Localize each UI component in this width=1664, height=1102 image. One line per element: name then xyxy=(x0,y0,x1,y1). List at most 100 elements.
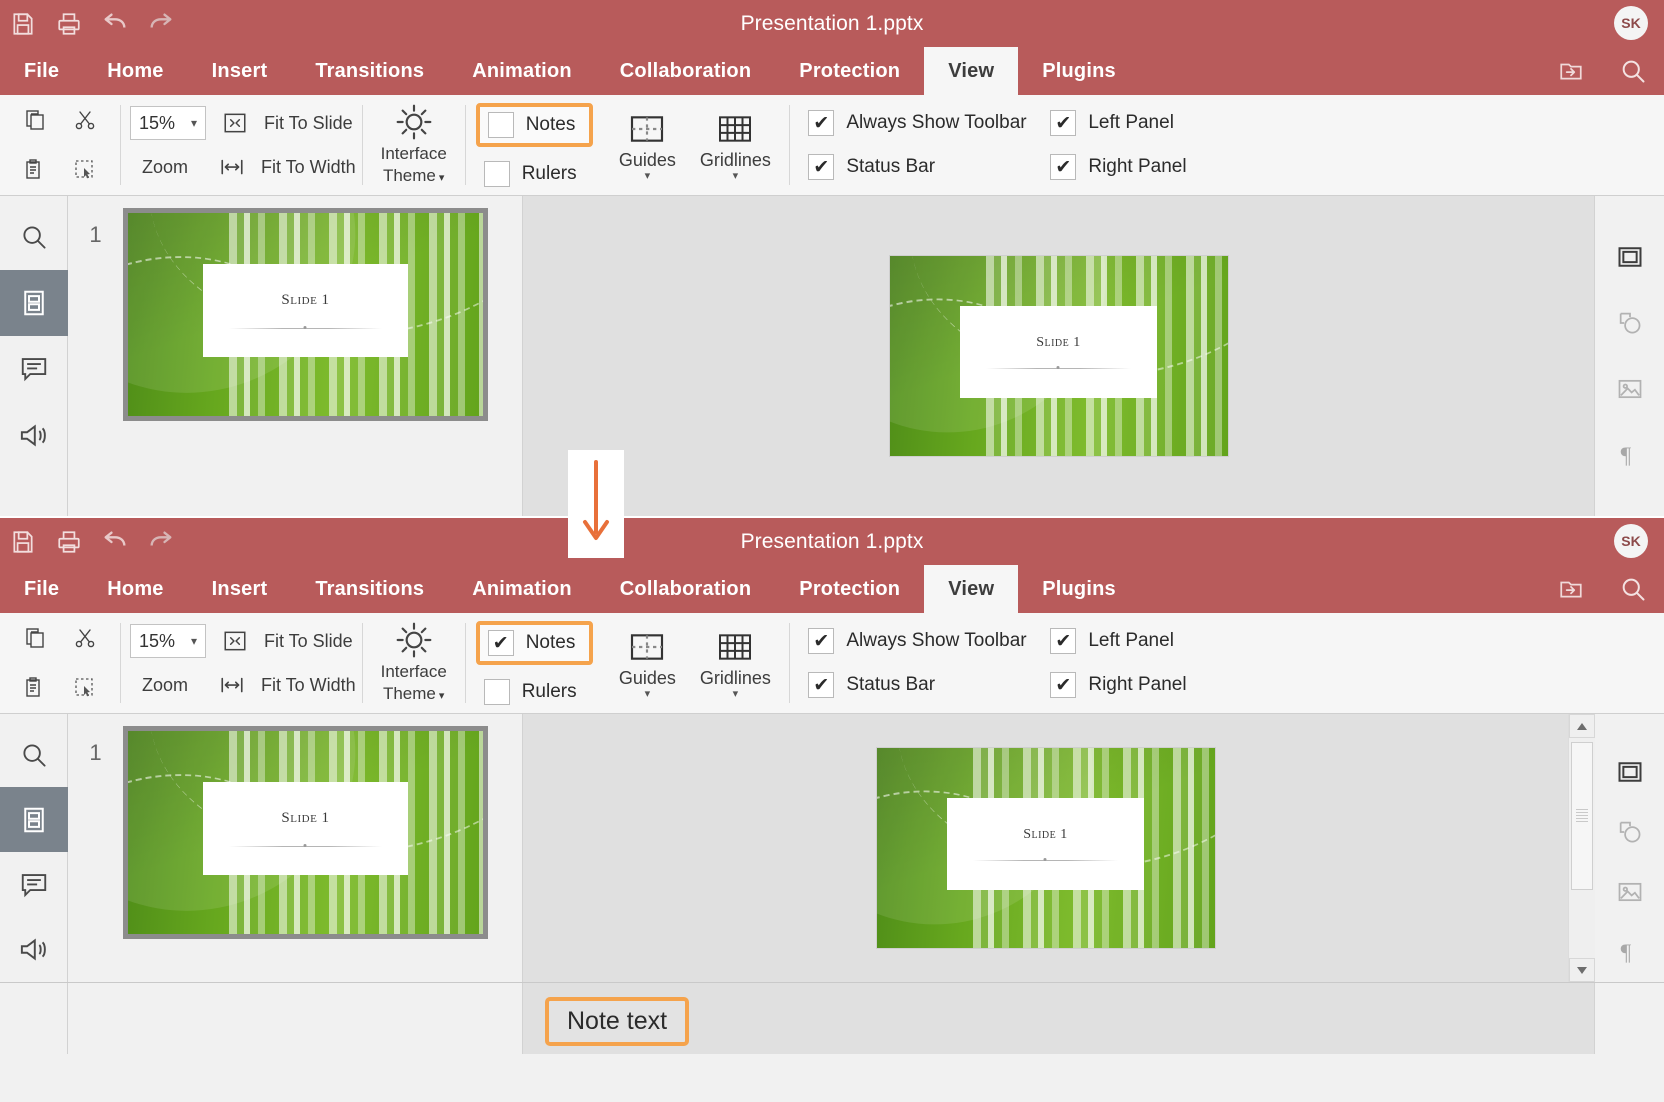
rulers-checkbox[interactable] xyxy=(483,161,510,187)
sidebar-item-shape-settings[interactable] xyxy=(1595,802,1664,862)
search-icon[interactable] xyxy=(1602,566,1664,612)
scrollbar-thumb[interactable] xyxy=(1570,742,1593,890)
slide-canvas[interactable]: Slide 1 xyxy=(876,748,1215,948)
fit-to-width-label[interactable]: Fit To Width xyxy=(261,157,356,178)
note-text[interactable]: Note text xyxy=(545,997,690,1046)
slide-canvas[interactable]: Slide 1 xyxy=(889,256,1228,456)
fit-to-slide-icon[interactable] xyxy=(216,622,254,660)
save-icon[interactable] xyxy=(0,519,46,565)
tab-animation[interactable]: Animation xyxy=(448,565,596,613)
redo-icon[interactable] xyxy=(138,519,184,565)
open-file-location-icon[interactable] xyxy=(1540,566,1602,612)
sidebar-item-comments[interactable] xyxy=(0,852,68,917)
tab-animation[interactable]: Animation xyxy=(448,47,596,95)
save-icon[interactable] xyxy=(0,1,46,47)
rulers-checkbox-row[interactable]: Rulers xyxy=(483,161,594,187)
notes-checkbox[interactable]: ✔ xyxy=(487,630,514,656)
fit-to-width-icon[interactable] xyxy=(213,148,251,186)
avatar[interactable]: SK xyxy=(1614,524,1648,558)
select-all-icon[interactable] xyxy=(66,669,104,707)
zoom-select[interactable]: 15% ▾ xyxy=(129,624,206,658)
scroll-down-button[interactable] xyxy=(1568,958,1595,982)
sidebar-item-image-settings[interactable] xyxy=(1595,356,1664,422)
sidebar-item-paragraph-settings[interactable]: ¶ xyxy=(1595,422,1664,488)
status-bar-row[interactable]: ✔ Status Bar xyxy=(808,672,1050,698)
search-icon[interactable] xyxy=(1602,48,1664,94)
status-bar-row[interactable]: ✔ Status Bar xyxy=(808,154,1050,180)
print-icon[interactable] xyxy=(46,1,92,47)
gridlines-button[interactable]: Gridlines ▾ xyxy=(691,99,779,191)
left-panel-row[interactable]: ✔ Left Panel xyxy=(1050,628,1240,654)
sidebar-item-search[interactable] xyxy=(0,204,68,270)
sidebar-item-comments[interactable] xyxy=(0,336,68,402)
fit-to-width-label[interactable]: Fit To Width xyxy=(261,675,356,696)
tab-view[interactable]: View xyxy=(924,47,1019,95)
scrollbar-track[interactable] xyxy=(1568,738,1595,958)
paste-icon[interactable] xyxy=(16,151,54,189)
avatar[interactable]: SK xyxy=(1614,6,1648,40)
cut-icon[interactable] xyxy=(66,619,104,657)
notes-checkbox[interactable] xyxy=(487,112,514,138)
rulers-checkbox[interactable] xyxy=(483,679,510,705)
tab-file[interactable]: File xyxy=(0,565,83,613)
sidebar-item-shape-settings[interactable] xyxy=(1595,290,1664,356)
slide-thumbnail[interactable]: Slide 1 xyxy=(123,726,488,939)
undo-icon[interactable] xyxy=(92,1,138,47)
sidebar-item-slide-settings[interactable] xyxy=(1595,742,1664,802)
left-panel-checkbox[interactable]: ✔ xyxy=(1050,110,1077,136)
copy-icon[interactable] xyxy=(16,101,54,139)
fit-to-slide-icon[interactable] xyxy=(216,104,254,142)
always-show-toolbar-checkbox[interactable]: ✔ xyxy=(808,628,835,654)
fit-to-slide-label[interactable]: Fit To Slide xyxy=(264,113,353,134)
left-panel-checkbox[interactable]: ✔ xyxy=(1050,628,1077,654)
notes-editor[interactable]: Note text xyxy=(523,983,1594,1054)
cut-icon[interactable] xyxy=(66,101,104,139)
sidebar-item-search[interactable] xyxy=(0,722,68,787)
select-all-icon[interactable] xyxy=(66,151,104,189)
fit-to-width-icon[interactable] xyxy=(213,666,251,704)
sidebar-item-slides[interactable] xyxy=(0,787,68,852)
undo-icon[interactable] xyxy=(92,519,138,565)
notes-checkbox-row[interactable]: ✔ Notes xyxy=(487,630,575,656)
gridlines-button[interactable]: Gridlines ▾ xyxy=(691,617,779,709)
right-panel-row[interactable]: ✔ Right Panel xyxy=(1050,154,1240,180)
guides-button[interactable]: Guides ▾ xyxy=(603,617,691,709)
fit-to-slide-label[interactable]: Fit To Slide xyxy=(264,631,353,652)
rulers-checkbox-row[interactable]: Rulers xyxy=(483,679,594,705)
scroll-up-button[interactable] xyxy=(1568,714,1595,738)
sidebar-item-slide-settings[interactable] xyxy=(1595,224,1664,290)
notes-checkbox-row[interactable]: Notes xyxy=(487,112,575,138)
slide-editing-area[interactable]: Slide 1 xyxy=(523,714,1595,982)
print-icon[interactable] xyxy=(46,519,92,565)
tab-home[interactable]: Home xyxy=(83,47,187,95)
tab-plugins[interactable]: Plugins xyxy=(1018,565,1140,613)
interface-theme-button[interactable]: Interface Theme ▾ xyxy=(363,613,465,713)
sidebar-item-slides[interactable] xyxy=(0,270,68,336)
status-bar-checkbox[interactable]: ✔ xyxy=(808,672,835,698)
notes-pane[interactable]: Note text xyxy=(0,982,1664,1054)
right-panel-checkbox[interactable]: ✔ xyxy=(1050,672,1077,698)
slide-title-placeholder[interactable]: Slide 1 xyxy=(960,306,1157,398)
tab-protection[interactable]: Protection xyxy=(775,47,924,95)
vertical-scrollbar[interactable] xyxy=(1568,714,1595,982)
sidebar-item-image-settings[interactable] xyxy=(1595,862,1664,922)
copy-icon[interactable] xyxy=(16,619,54,657)
interface-theme-button[interactable]: Interface Theme ▾ xyxy=(363,95,465,195)
redo-icon[interactable] xyxy=(138,1,184,47)
slide-editing-area[interactable]: Slide 1 xyxy=(523,196,1594,516)
sidebar-item-feedback[interactable] xyxy=(0,402,68,468)
tab-home[interactable]: Home xyxy=(83,565,187,613)
tab-transitions[interactable]: Transitions xyxy=(291,565,448,613)
zoom-select[interactable]: 15% ▾ xyxy=(129,106,206,140)
tab-transitions[interactable]: Transitions xyxy=(291,47,448,95)
open-file-location-icon[interactable] xyxy=(1540,48,1602,94)
status-bar-checkbox[interactable]: ✔ xyxy=(808,154,835,180)
tab-insert[interactable]: Insert xyxy=(188,47,292,95)
sidebar-item-feedback[interactable] xyxy=(0,917,68,982)
tab-view[interactable]: View xyxy=(924,565,1019,613)
right-panel-checkbox[interactable]: ✔ xyxy=(1050,154,1077,180)
always-show-toolbar-checkbox[interactable]: ✔ xyxy=(808,110,835,136)
guides-button[interactable]: Guides ▾ xyxy=(603,99,691,191)
tab-insert[interactable]: Insert xyxy=(188,565,292,613)
tab-collaboration[interactable]: Collaboration xyxy=(596,47,776,95)
